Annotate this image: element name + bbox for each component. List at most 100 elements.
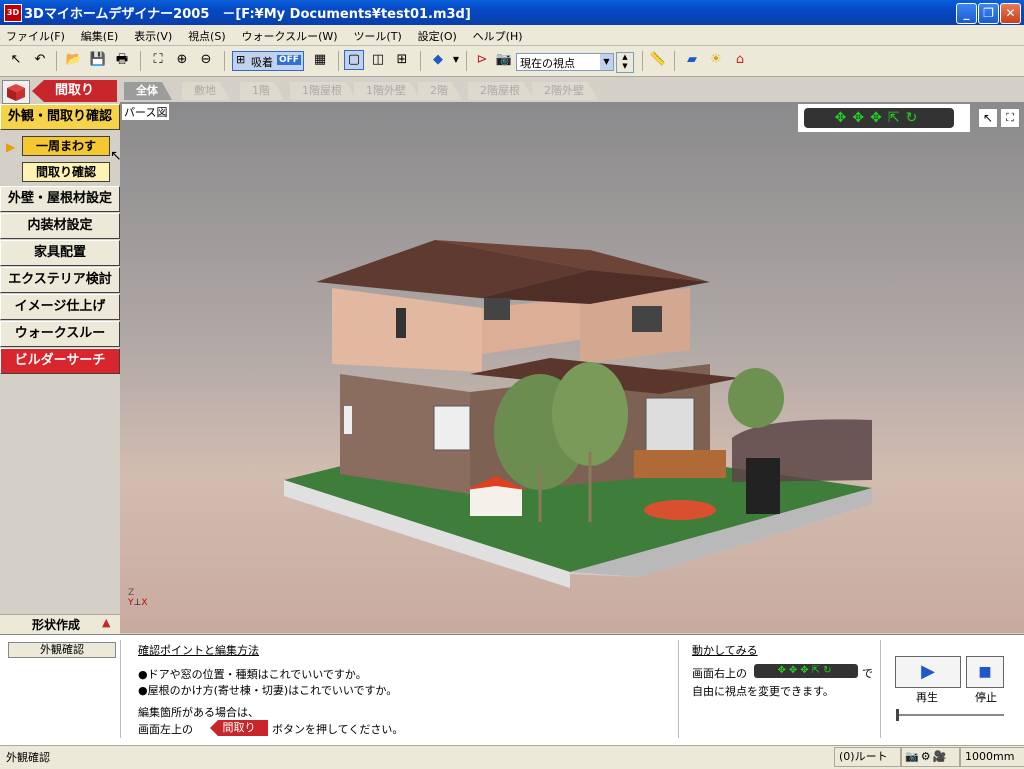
nav-arrows-icon[interactable]: ✥✥✥⇱↻	[804, 108, 954, 128]
separator	[674, 51, 675, 71]
app-icon[interactable]: 3D	[4, 4, 22, 22]
measure-icon[interactable]: 📏	[648, 50, 668, 70]
stop-button[interactable]: ■	[966, 656, 1004, 688]
split-view-icon[interactable]: ◫	[368, 50, 388, 70]
menu-walkthrough[interactable]: ウォークスルー(W)	[235, 25, 343, 45]
try-line-2: 自由に視点を変更できます。	[692, 685, 834, 698]
separator	[140, 51, 141, 71]
separator	[420, 51, 421, 71]
material-icon[interactable]: ▰	[682, 50, 702, 70]
separator	[466, 51, 467, 71]
menu-viewpoint[interactable]: 視点(S)	[182, 25, 232, 45]
view-navigation-pad[interactable]: ✥✥✥⇱↻	[798, 104, 970, 132]
fit-view-icon[interactable]: ⛶	[148, 50, 168, 70]
viewpoint-select[interactable]: 現在の視点 ▼	[516, 53, 614, 71]
layer-dropdown-icon[interactable]: ▼	[446, 50, 466, 70]
wall-roof-material-button[interactable]: 外壁・屋根材設定	[0, 186, 120, 212]
perspective-viewport[interactable]	[120, 102, 1024, 633]
menu-bar: ファイル(F) 編集(E) 表示(V) 視点(S) ウォークスルー(W) ツール…	[0, 25, 1024, 46]
check-line-roof: ●屋根のかけ方(寄せ棟・切妻)はこれでいいですか。	[138, 684, 398, 697]
menu-edit[interactable]: 編集(E)	[75, 25, 125, 45]
try-line-prefix: 画面右上の	[692, 667, 747, 680]
separator	[338, 51, 339, 71]
furniture-button[interactable]: 家具配置	[0, 240, 120, 266]
snap-state-badge: OFF	[277, 55, 301, 65]
save-icon[interactable]: 💾	[88, 50, 108, 70]
play-button[interactable]: ▶	[895, 656, 961, 688]
playback-slider-track[interactable]	[898, 714, 1004, 716]
inline-madori-button[interactable]: 間取り	[210, 720, 268, 736]
confirm-button[interactable]: 外観・間取り確認	[0, 104, 120, 130]
restore-button[interactable]: ❐	[978, 3, 999, 24]
menu-file[interactable]: ファイル(F)	[0, 25, 71, 45]
chevron-down-icon[interactable]: ▼	[600, 54, 613, 70]
edit-line: 編集箇所がある場合は、	[138, 706, 259, 719]
house-render	[284, 240, 872, 588]
menu-settings[interactable]: 設定(O)	[412, 25, 463, 45]
divider	[880, 640, 881, 738]
light-icon[interactable]: ☀	[706, 50, 726, 70]
play-label: 再生	[916, 691, 938, 704]
viewpoint-spinner[interactable]: ▲ ▼	[616, 52, 634, 73]
separator	[56, 51, 57, 71]
divider	[678, 640, 679, 738]
viewpoint-value: 現在の視点	[520, 57, 575, 70]
camera-position-icon[interactable]: ⊳	[472, 50, 492, 70]
axis-xy-label: Y⊥X	[128, 598, 148, 608]
tab-2f-wall[interactable]: 2階外壁	[532, 82, 598, 100]
expand-up-icon[interactable]: ▲	[102, 616, 110, 629]
undo-icon[interactable]: ↶	[30, 50, 50, 70]
house-icon[interactable]: ⌂	[730, 50, 750, 70]
camera-icon[interactable]: 📷	[494, 50, 514, 70]
check-points-title: 確認ポイントと編集方法	[138, 644, 259, 657]
toolbar: ↖ ↶ 📂 💾 🖶 ⛶ ⊕ ⊖ ⊞ 吸着 OFF ▦ ▢ ◫ ⊞ ◆ ▼ ⊳ 📷…	[0, 46, 1024, 77]
menu-view[interactable]: 表示(V)	[128, 25, 178, 45]
interior-material-button[interactable]: 内装材設定	[0, 213, 120, 239]
title-bar[interactable]: 3D 3Dマイホームデザイナー2005 －[F:¥My Documents¥te…	[0, 0, 1024, 25]
stop-label: 停止	[975, 691, 997, 704]
builder-search-button[interactable]: ビルダーサーチ	[0, 348, 120, 374]
try-line-suffix: で	[862, 667, 873, 680]
quad-view-icon[interactable]: ⊞	[392, 50, 412, 70]
view-title: パース図	[122, 104, 170, 120]
axis-z-label: Z	[128, 588, 135, 598]
rotate-around-button[interactable]: 一周まわす	[22, 136, 110, 156]
status-text: 外観確認	[6, 751, 50, 764]
menu-help[interactable]: ヘルプ(H)	[467, 25, 529, 45]
snap-icon: ⊞	[236, 53, 246, 66]
close-button[interactable]: ✕	[1000, 3, 1021, 24]
madori-button[interactable]: 間取り	[32, 80, 117, 102]
axis-indicator: Z Y⊥X	[128, 588, 148, 608]
exterior-button[interactable]: エクステリア検討	[0, 267, 120, 293]
select-arrow-icon[interactable]: ↖	[6, 50, 26, 70]
layer-icon[interactable]: ◆	[428, 50, 448, 70]
route-indicator: (0)ルート	[834, 747, 902, 767]
zoom-in-icon[interactable]: ⊕	[172, 50, 192, 70]
grid-icon[interactable]: ▦	[310, 50, 330, 70]
walkthrough-button[interactable]: ウォークスルー	[0, 321, 120, 347]
mini-nav-arrows-icon: ✥✥✥⇱↻	[754, 664, 858, 678]
tab-1f-wall[interactable]: 1階外壁	[354, 82, 420, 100]
open-folder-icon[interactable]: 📂	[64, 50, 84, 70]
check-line-doors: ●ドアや窓の位置・種類はこれでいいですか。	[138, 668, 367, 681]
tab-2f-roof[interactable]: 2階屋根	[468, 82, 534, 100]
snap-toggle-button[interactable]: ⊞ 吸着 OFF	[232, 51, 304, 71]
single-view-icon[interactable]: ▢	[344, 50, 364, 70]
pointer-tool-icon[interactable]: ↖	[978, 108, 998, 128]
minimize-button[interactable]: _	[956, 3, 977, 24]
menu-tools[interactable]: ツール(T)	[347, 25, 407, 45]
floorplan-check-button[interactable]: 間取り確認	[22, 162, 110, 182]
tab-1f-roof[interactable]: 1階屋根	[290, 82, 356, 100]
mode-indicator: 外観確認	[8, 642, 116, 658]
separator	[642, 51, 643, 71]
zoom-out-icon[interactable]: ⊖	[196, 50, 216, 70]
image-finish-button[interactable]: イメージ仕上げ	[0, 294, 120, 320]
play-icon: ▶	[921, 661, 935, 682]
fit-screen-icon[interactable]: ⛶	[1000, 108, 1020, 128]
cube-icon[interactable]	[2, 80, 30, 104]
edit-line-suffix: ボタンを押してください。	[272, 723, 404, 736]
shape-create-label: 形状作成	[32, 618, 81, 632]
playback-slider-thumb[interactable]	[896, 709, 899, 721]
divider	[120, 640, 121, 738]
print-icon[interactable]: 🖶	[112, 50, 132, 70]
